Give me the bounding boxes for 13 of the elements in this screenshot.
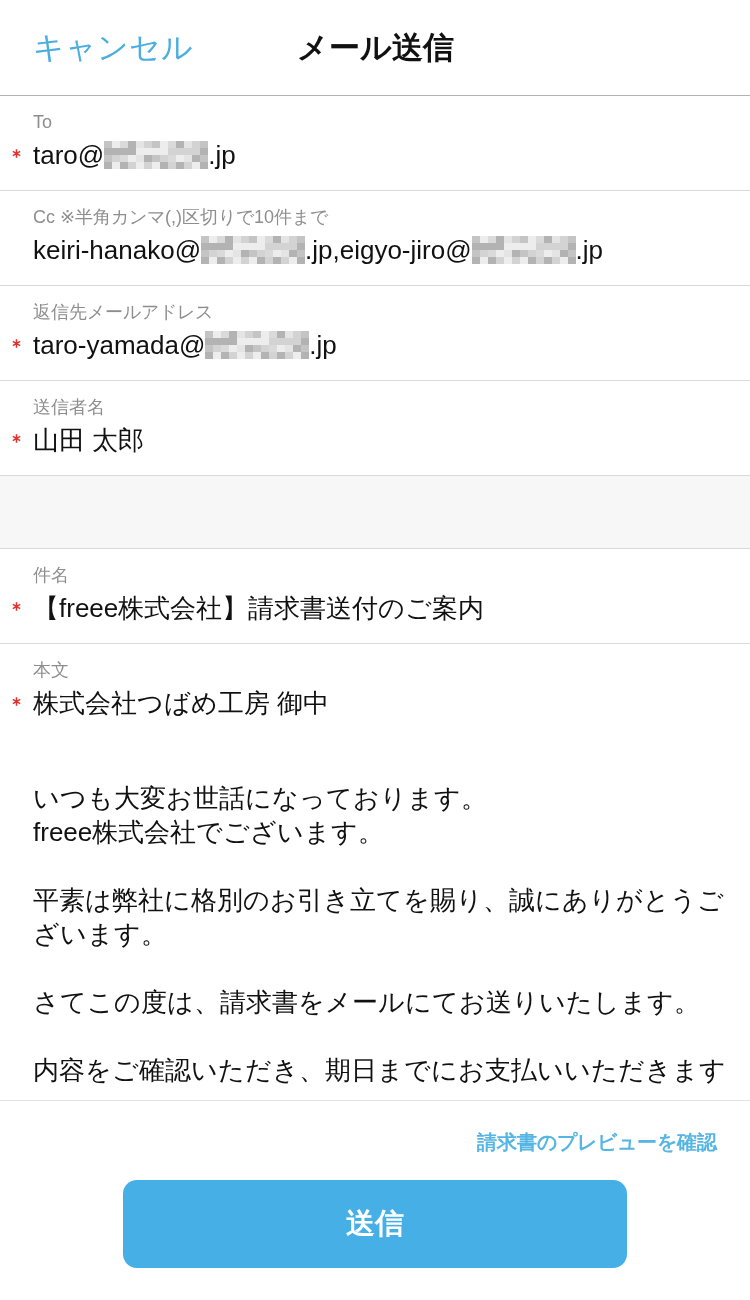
field-label: 返信先メールアドレス [33, 301, 213, 324]
field-label: 送信者名 [33, 396, 105, 419]
message-body-field[interactable]: 株式会社つばめ工房 御中 いつも大変お世話になっております。 freee株式会社でございます。 平素は弊社に格別のお引き立てを賜り、誠にありがとうございます。 さてこの度は、請求書をメールにてお送りいたします。 内容をご確認いただき、期日までにお支払いいただきます [33, 685, 735, 1087]
text-field[interactable]: taro@ .jp [33, 137, 236, 173]
field-label: 本文 [33, 659, 69, 682]
field-label: Cc ※半角カンマ(,)区切りで10件まで [33, 206, 329, 229]
text-field[interactable]: taro-yamada@ .jp [33, 327, 337, 363]
text-field[interactable]: 【freee株式会社】請求書送付のご案内 [33, 590, 485, 626]
field-label: 件名 [33, 564, 69, 587]
field-label: To [33, 111, 52, 134]
text-field[interactable]: 山田 太郎 [33, 422, 145, 458]
screen-title: メール送信 [296, 28, 454, 67]
text-field[interactable]: keiri-hanako@ .jp,eigyo-jiro@ .jp [33, 232, 604, 268]
